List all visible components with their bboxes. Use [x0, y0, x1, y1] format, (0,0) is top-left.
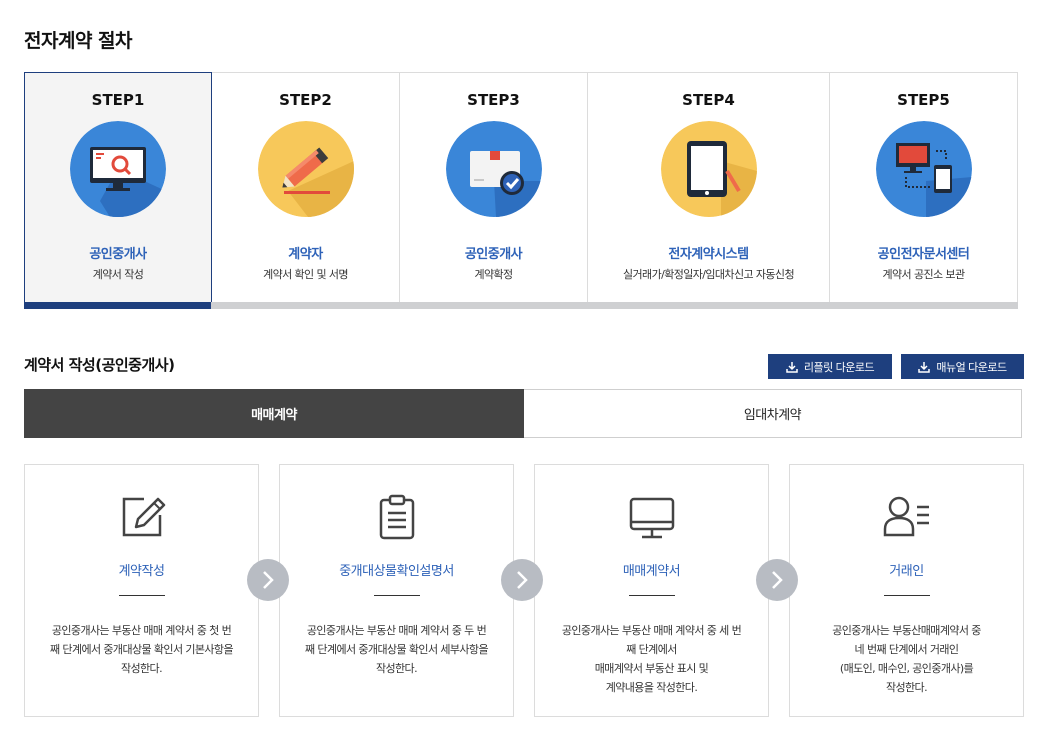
process-card: 중개대상물확인설명서 공인중개사는 부동산 매매 계약서 중 두 번 째 단계에…: [279, 464, 514, 717]
step-actor: 공인중개사: [89, 247, 147, 262]
person-list-icon: [883, 496, 929, 537]
step-indicator-bar: [587, 302, 830, 309]
step-label: STEP2: [279, 91, 332, 109]
card-title: 매매계약서: [622, 564, 681, 579]
section-title: 계약서 작성(공인중개사): [24, 356, 175, 374]
chevron-right-icon: [501, 559, 543, 601]
step-2[interactable]: STEP2 계약자 계약서 확인 및 서명: [211, 72, 400, 309]
edit-icon: [122, 497, 165, 537]
step-4[interactable]: STEP4 전자계약시스템 실거래가/확정일자/임대차신고 자동신청: [587, 72, 830, 309]
process-card: 거래인 공인중개사는 부동산매매계약서 중 네 번째 단계에서 거래인 (매도인…: [789, 464, 1024, 717]
step-actor: 계약자: [288, 247, 323, 262]
card-title: 거래인: [889, 564, 924, 579]
manual-download-button[interactable]: 매뉴얼 다운로드: [901, 354, 1024, 379]
download-icon: [918, 361, 931, 373]
monitor-search-icon: [70, 121, 166, 217]
step-task: 계약서 공진소 보관: [882, 268, 966, 281]
leaflet-download-button[interactable]: 리플릿 다운로드: [768, 354, 892, 379]
step-indicator-bar: [829, 302, 1018, 309]
card-description: 공인중개사는 부동산매매계약서 중 네 번째 단계에서 거래인 (매도인, 매수…: [832, 624, 981, 694]
step-3[interactable]: STEP3 공인중개사 계약확정: [399, 72, 588, 309]
box-check-icon: [445, 121, 542, 217]
monitor-icon: [629, 497, 674, 539]
tab-sale-contract[interactable]: 매매계약: [24, 389, 524, 438]
procedure-steps: STEP1 공인중개사 계약서 작성 STEP2 계약자 계약서 확인 및 서명…: [24, 72, 1018, 309]
step-task: 계약서 작성: [92, 268, 144, 281]
step-label: STEP3: [467, 91, 520, 109]
step-1[interactable]: STEP1 공인중개사 계약서 작성: [24, 72, 212, 309]
divider: [883, 595, 930, 596]
step-indicator-bar: [24, 302, 212, 309]
step-actor: 공인전자문서센터: [877, 247, 970, 262]
download-icon: [786, 361, 798, 373]
divider: [373, 595, 420, 596]
card-description: 공인중개사는 부동산 매매 계약서 중 두 번 째 단계에서 중개대상물 확인서…: [305, 624, 489, 675]
clipboard-icon: [379, 494, 414, 540]
step-task: 계약서 확인 및 서명: [263, 268, 348, 281]
chevron-right-icon: [756, 559, 798, 601]
process-card: 계약작성 공인중개사는 부동산 매매 계약서 중 첫 번 째 단계에서 중개대상…: [24, 464, 259, 717]
leaflet-download-label: 리플릿 다운로드: [803, 360, 875, 374]
divider: [118, 595, 165, 596]
step-indicator-bar: [211, 302, 400, 309]
step-label: STEP5: [897, 91, 950, 109]
chevron-right-icon: [247, 559, 289, 601]
divider: [628, 595, 675, 596]
process-card: 매매계약서 공인중개사는 부동산 매매 계약서 중 세 번 째 단계에서 매매계…: [534, 464, 769, 717]
tab-lease-contract[interactable]: 임대차계약: [524, 389, 1022, 438]
pencil-sign-icon: [257, 121, 354, 217]
step-5[interactable]: STEP5 공인전자문서센터 계약서 공진소 보관: [829, 72, 1018, 309]
step-indicator-bar: [399, 302, 588, 309]
card-title: 계약작성: [118, 564, 165, 579]
step-task: 계약확정: [474, 268, 513, 281]
devices-network-icon: [875, 121, 972, 217]
card-title: 중개대상물확인설명서: [339, 564, 454, 579]
step-task: 실거래가/확정일자/임대차신고 자동신청: [623, 268, 795, 281]
step-label: STEP1: [91, 91, 145, 109]
page-title: 전자계약 절차: [24, 30, 133, 52]
step-actor: 전자계약시스템: [668, 247, 749, 262]
step-actor: 공인중개사: [464, 247, 523, 262]
card-description: 공인중개사는 부동산 매매 계약서 중 세 번 째 단계에서 매매계약서 부동산…: [561, 624, 742, 694]
step-label: STEP4: [682, 91, 735, 109]
contract-type-tabs: 매매계약 임대차계약: [24, 389, 1022, 438]
process-cards: 계약작성 공인중개사는 부동산 매매 계약서 중 첫 번 째 단계에서 중개대상…: [24, 464, 1024, 717]
card-description: 공인중개사는 부동산 매매 계약서 중 첫 번 째 단계에서 중개대상물 확인서…: [50, 624, 234, 675]
manual-download-label: 매뉴얼 다운로드: [936, 360, 1007, 374]
tablet-icon: [660, 121, 757, 217]
